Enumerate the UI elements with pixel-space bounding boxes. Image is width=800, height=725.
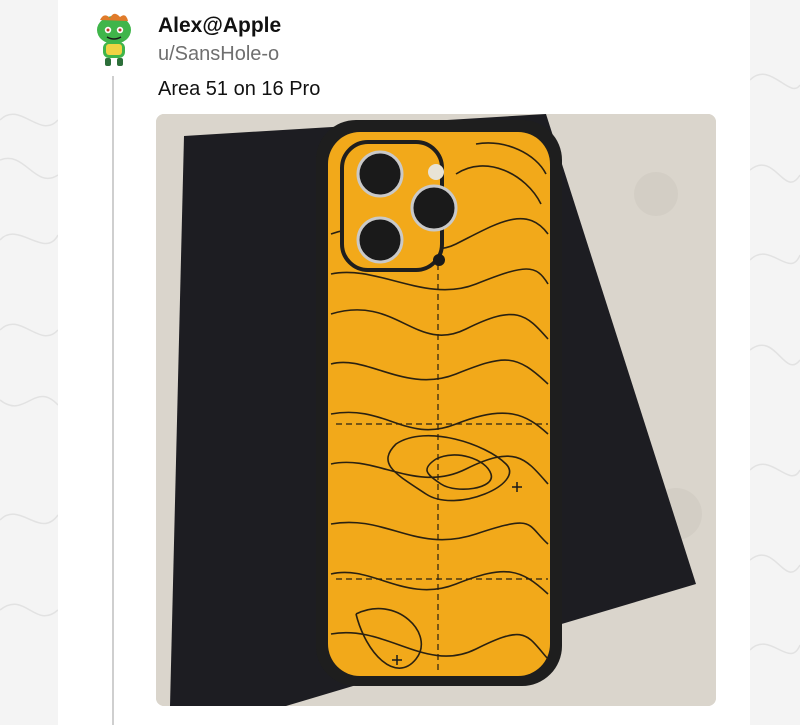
phone-case-photo [156,114,716,706]
display-name[interactable]: Alex@Apple [158,14,281,38]
post-text: Area 51 on 16 Pro [158,78,321,100]
thread-line [112,76,114,725]
post-card: Alex@Apple u/SansHole-o Area 51 on 16 Pr… [58,0,750,725]
username[interactable]: u/SansHole-o [158,43,279,66]
snoo-avatar-icon[interactable] [88,10,140,68]
post-image[interactable] [156,114,716,706]
